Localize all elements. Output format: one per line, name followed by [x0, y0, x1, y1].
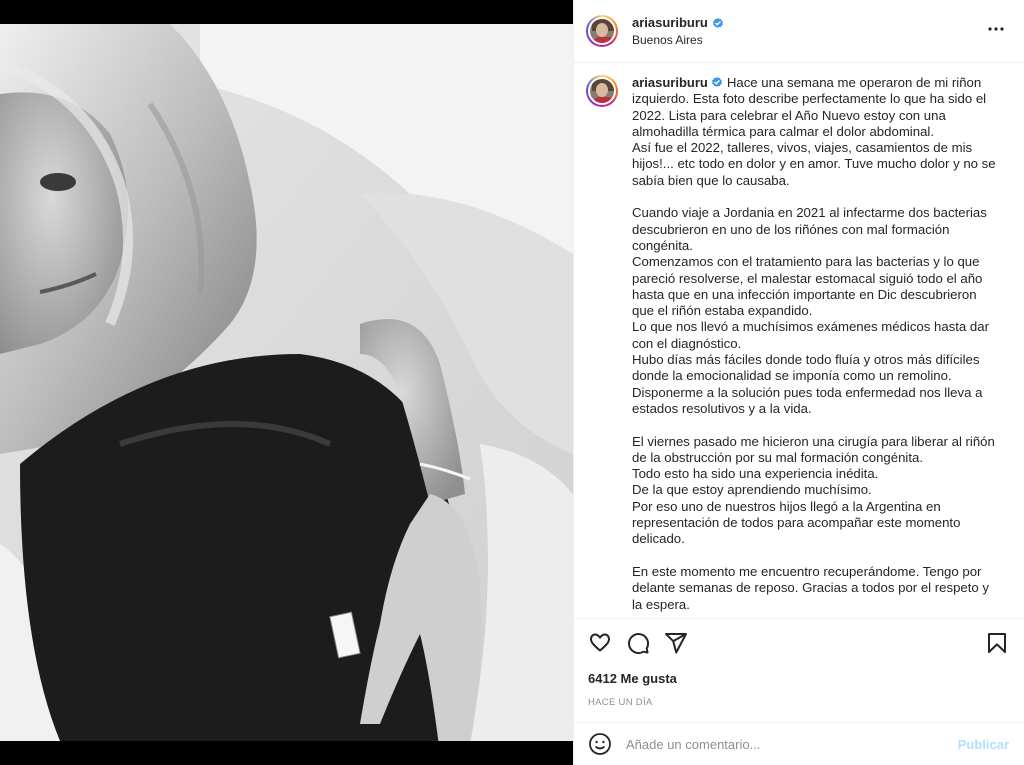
post-header: ariasuriburu Buenos Aires — [574, 0, 1024, 63]
send-icon[interactable] — [664, 631, 688, 655]
more-options-button[interactable] — [984, 17, 1008, 46]
add-comment-bar: Publicar — [574, 722, 1024, 765]
caption-body: ariasuriburu Hace una semana me operaron … — [632, 75, 997, 613]
post-media — [0, 0, 573, 765]
header-text: ariasuriburu Buenos Aires — [632, 15, 724, 47]
comments-area[interactable]: ariasuriburu Hace una semana me operaron … — [574, 63, 1024, 618]
verified-badge-icon — [712, 17, 723, 28]
post-time[interactable]: HACE UN DÍA — [588, 697, 1009, 708]
caption: ariasuriburu Hace una semana me operaron … — [586, 75, 1009, 613]
username-link[interactable]: ariasuriburu — [632, 15, 708, 30]
caption-text: Hace una semana me operaron de mi riñon … — [632, 75, 996, 612]
caption-avatar-image — [588, 77, 616, 105]
likes-count[interactable]: 6412 Me gusta — [588, 671, 1009, 686]
action-icons — [588, 631, 1009, 655]
verified-badge-icon — [711, 77, 722, 87]
photo-image — [0, 24, 573, 741]
comment-input[interactable] — [626, 736, 958, 752]
post-actions: 6412 Me gusta HACE UN DÍA — [574, 618, 1024, 708]
more-icon — [988, 26, 1004, 31]
username-row: ariasuriburu — [632, 15, 724, 30]
caption-username[interactable]: ariasuriburu — [632, 75, 708, 90]
post-panel: ariasuriburu Buenos Aires ariasuriburu H… — [573, 0, 1024, 765]
post-photo[interactable] — [0, 24, 573, 741]
bookmark-icon[interactable] — [985, 631, 1009, 655]
comment-icon[interactable] — [626, 631, 650, 655]
instagram-post: ariasuriburu Buenos Aires ariasuriburu H… — [0, 0, 1024, 765]
avatar[interactable] — [586, 15, 618, 47]
emoji-icon[interactable] — [588, 732, 612, 756]
caption-avatar[interactable] — [586, 75, 618, 107]
location-link[interactable]: Buenos Aires — [632, 33, 724, 47]
avatar-image — [588, 17, 616, 45]
heart-icon[interactable] — [588, 631, 612, 655]
publish-button[interactable]: Publicar — [958, 737, 1009, 752]
